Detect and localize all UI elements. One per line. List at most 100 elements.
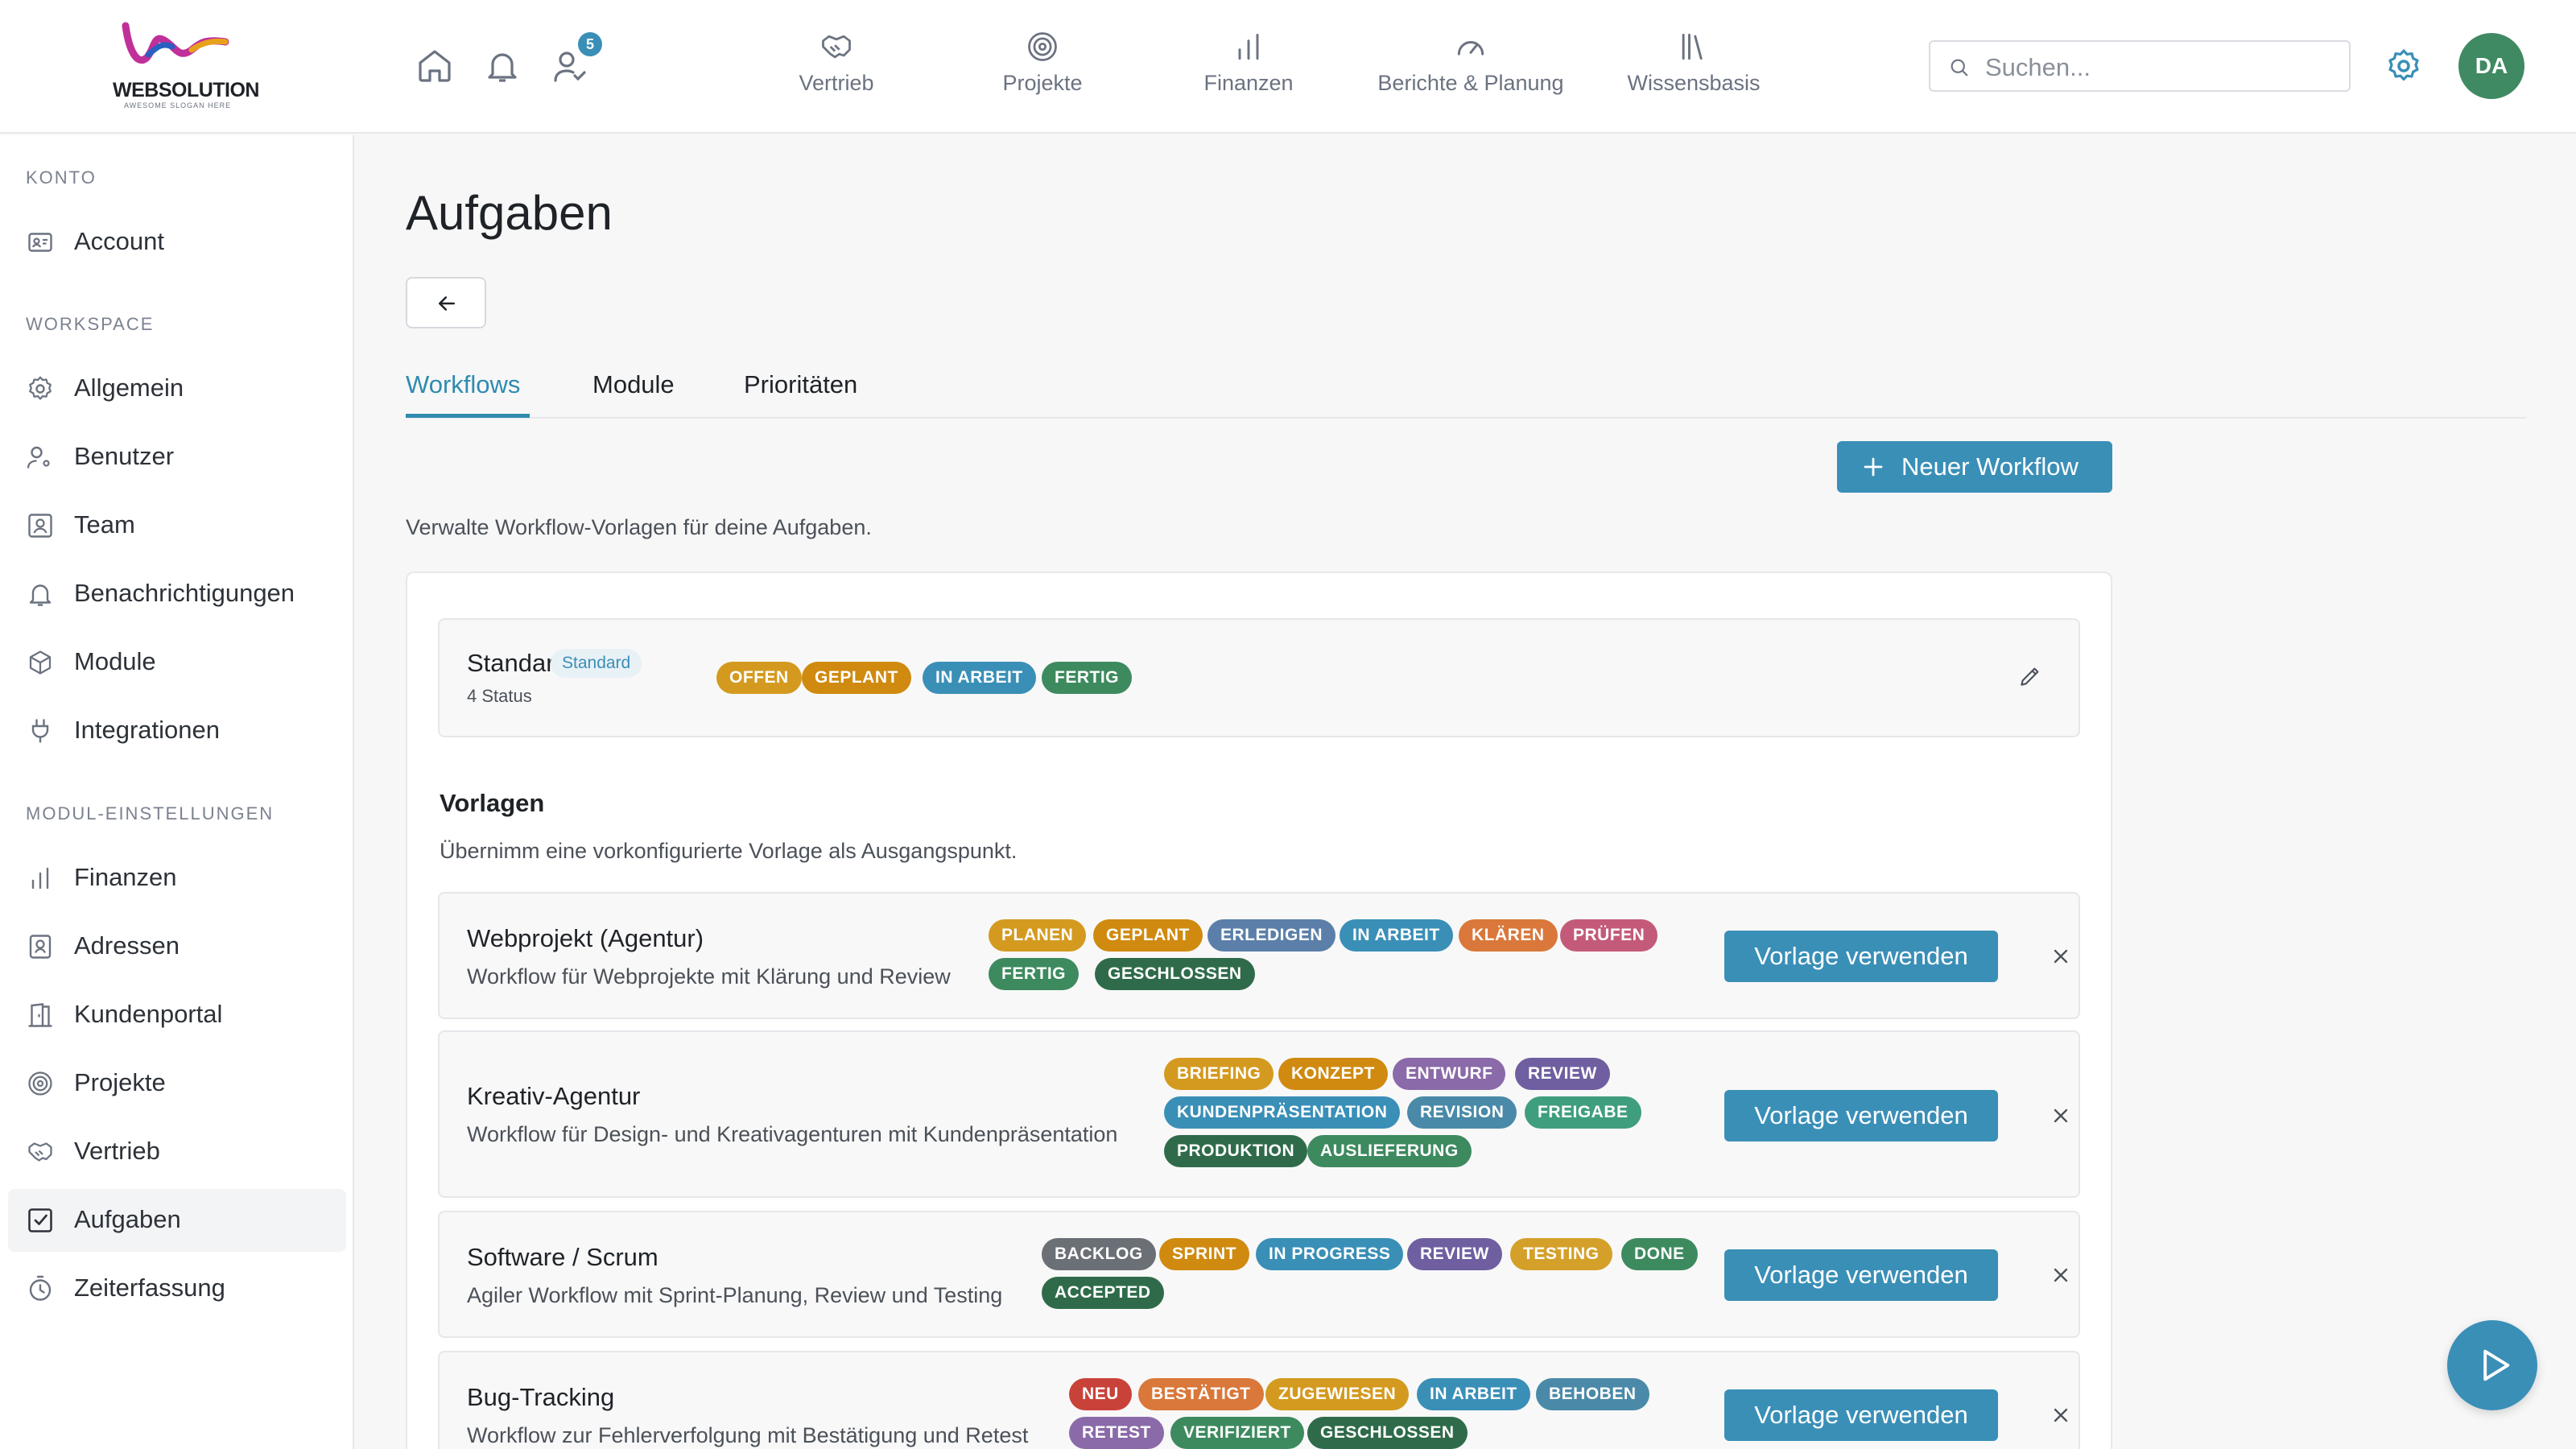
status-badge: KUNDENPRÄSENTATION bbox=[1164, 1096, 1401, 1129]
status-count: 4 Status bbox=[467, 686, 532, 706]
sidebar-item-projekte[interactable]: Projekte bbox=[8, 1052, 346, 1115]
bar-chart-icon bbox=[1238, 33, 1259, 60]
sidebar-item-label: Kundenportal bbox=[74, 1000, 223, 1028]
status-badge: ENTWURF bbox=[1393, 1058, 1506, 1090]
sidebar-item-module[interactable]: Module bbox=[8, 631, 346, 694]
status-badge: AUSLIEFERUNG bbox=[1307, 1135, 1472, 1167]
use-template-button[interactable]: Vorlage verwenden bbox=[1724, 1249, 1998, 1301]
close-icon[interactable] bbox=[2050, 1104, 2072, 1127]
target-icon bbox=[28, 1071, 52, 1096]
new-workflow-label: Neuer Workflow bbox=[1901, 452, 2079, 481]
top-bar: WEBSOLUTION AWESOME SLOGAN HERE 5 Vertri… bbox=[0, 0, 2576, 134]
sidebar-item-adressen[interactable]: Adressen bbox=[8, 915, 346, 978]
door-icon bbox=[28, 1003, 52, 1027]
search-input[interactable]: Suchen... bbox=[1929, 40, 2351, 92]
status-badge: DONE bbox=[1621, 1238, 1698, 1270]
play-icon bbox=[2483, 1349, 2510, 1381]
avatar[interactable]: DA bbox=[2458, 33, 2524, 99]
user-notifications-button[interactable]: 5 bbox=[551, 32, 602, 85]
pencil-icon[interactable] bbox=[2017, 663, 2043, 689]
status-badge: IN ARBEIT bbox=[1340, 919, 1453, 952]
gear-icon bbox=[29, 376, 52, 400]
brand-logo[interactable]: WEBSOLUTION AWESOME SLOGAN HERE bbox=[105, 18, 260, 113]
notification-count-badge: 5 bbox=[578, 32, 602, 56]
sidebar-item-vertrieb[interactable]: Vertrieb bbox=[8, 1121, 346, 1183]
close-icon[interactable] bbox=[2050, 945, 2072, 968]
sidebar-item-finanzen[interactable]: Finanzen bbox=[8, 847, 346, 910]
template-card-scrum: Software / Scrum Agiler Workflow mit Spr… bbox=[438, 1211, 2080, 1338]
address-book-icon bbox=[29, 935, 52, 959]
sidebar-item-integrationen[interactable]: Integrationen bbox=[8, 700, 346, 762]
sidebar-item-label: Adressen bbox=[74, 931, 180, 960]
use-template-button[interactable]: Vorlage verwenden bbox=[1724, 931, 1998, 982]
standard-workflow-card: Standard Standard 4 Status OFFEN GEPLANT… bbox=[438, 618, 2080, 737]
status-badge: REVIEW bbox=[1515, 1058, 1610, 1090]
nav-finanzen-label: Finanzen bbox=[1203, 71, 1294, 95]
page-description: Verwalte Workflow-Vorlagen für deine Auf… bbox=[406, 515, 872, 539]
new-workflow-button[interactable]: Neuer Workflow bbox=[1837, 441, 2112, 493]
play-fab-button[interactable] bbox=[2447, 1320, 2537, 1410]
target-icon bbox=[1028, 32, 1057, 61]
sidebar-section-modul-einstellungen: MODUL-EINSTELLUNGEN bbox=[26, 803, 275, 824]
status-badge: ACCEPTED bbox=[1042, 1277, 1164, 1309]
status-badge: FERTIG bbox=[989, 958, 1079, 990]
status-badge: TESTING bbox=[1510, 1238, 1612, 1270]
use-template-button[interactable]: Vorlage verwenden bbox=[1724, 1389, 1998, 1441]
nav-projekte[interactable]: Projekte bbox=[987, 29, 1098, 96]
close-icon[interactable] bbox=[2050, 1264, 2072, 1286]
sidebar-item-zeiterfassung[interactable]: Zeiterfassung bbox=[8, 1257, 346, 1320]
arrow-left-icon bbox=[439, 296, 455, 311]
handshake-icon bbox=[822, 35, 851, 59]
bell-icon[interactable] bbox=[483, 47, 522, 85]
nav-vertrieb[interactable]: Vertrieb bbox=[781, 29, 892, 96]
sidebar-item-kundenportal[interactable]: Kundenportal bbox=[8, 984, 346, 1046]
status-badge: ZUGEWIESEN bbox=[1265, 1378, 1410, 1410]
sidebar-item-label: Module bbox=[74, 647, 156, 675]
checkbox-icon bbox=[28, 1208, 52, 1232]
sidebar-item-label: Zeiterfassung bbox=[74, 1274, 225, 1302]
plug-icon bbox=[31, 719, 49, 743]
package-icon bbox=[29, 650, 52, 675]
sidebar-item-label: Finanzen bbox=[74, 863, 177, 891]
timer-icon bbox=[29, 1275, 52, 1301]
status-badge: BEHOBEN bbox=[1536, 1378, 1649, 1410]
nav-wissensbasis[interactable]: Wissensbasis bbox=[1613, 29, 1774, 96]
status-badge: IN ARBEIT bbox=[923, 662, 1036, 694]
sidebar-item-account[interactable]: Account bbox=[8, 211, 346, 274]
template-description: Workflow für Webprojekte mit Klärung und… bbox=[467, 964, 951, 989]
tab-workflows[interactable]: Workflows bbox=[406, 370, 520, 399]
nav-vertrieb-label: Vertrieb bbox=[799, 71, 874, 95]
status-badge: FREIGABE bbox=[1525, 1096, 1641, 1129]
nav-berichte-planung[interactable]: Berichte & Planung bbox=[1368, 29, 1573, 96]
status-badge: OFFEN bbox=[716, 662, 802, 694]
sidebar-item-aufgaben[interactable]: Aufgaben bbox=[8, 1189, 346, 1252]
default-badge: Standard bbox=[551, 649, 642, 678]
brand-slogan: AWESOME SLOGAN HERE bbox=[124, 101, 232, 109]
nav-finanzen[interactable]: Finanzen bbox=[1193, 29, 1304, 96]
tab-module[interactable]: Module bbox=[592, 370, 675, 399]
sidebar-section-workspace: WORKSPACE bbox=[26, 314, 155, 334]
home-icon[interactable] bbox=[415, 47, 454, 85]
nav-berichte-label: Berichte & Planung bbox=[1377, 71, 1564, 95]
status-badge: GEPLANT bbox=[802, 662, 911, 694]
sidebar-item-benutzer[interactable]: Benutzer bbox=[8, 426, 346, 489]
close-icon[interactable] bbox=[2050, 1404, 2072, 1426]
back-button[interactable] bbox=[406, 277, 486, 328]
sidebar-item-team[interactable]: Team bbox=[8, 494, 346, 557]
id-card-icon bbox=[28, 233, 52, 252]
gear-icon[interactable] bbox=[2384, 47, 2423, 85]
bar-chart-icon bbox=[31, 867, 49, 890]
use-template-button[interactable]: Vorlage verwenden bbox=[1724, 1090, 1998, 1141]
library-icon bbox=[1682, 33, 1703, 60]
active-tab-indicator bbox=[406, 414, 530, 418]
sidebar-item-allgemein[interactable]: Allgemein bbox=[8, 357, 346, 420]
nav-projekte-label: Projekte bbox=[1002, 71, 1083, 95]
status-badge: FERTIG bbox=[1042, 662, 1132, 694]
tab-prioritaeten[interactable]: Prioritäten bbox=[744, 370, 857, 399]
status-badge: PRÜFEN bbox=[1560, 919, 1658, 952]
brand-name: WEBSOLUTION bbox=[113, 79, 260, 101]
status-badge: RETEST bbox=[1069, 1417, 1164, 1449]
sidebar-item-benachrichtigungen[interactable]: Benachrichtigungen bbox=[8, 563, 346, 625]
user-gear-icon bbox=[27, 446, 50, 469]
status-badge: GEPLANT bbox=[1093, 919, 1203, 952]
